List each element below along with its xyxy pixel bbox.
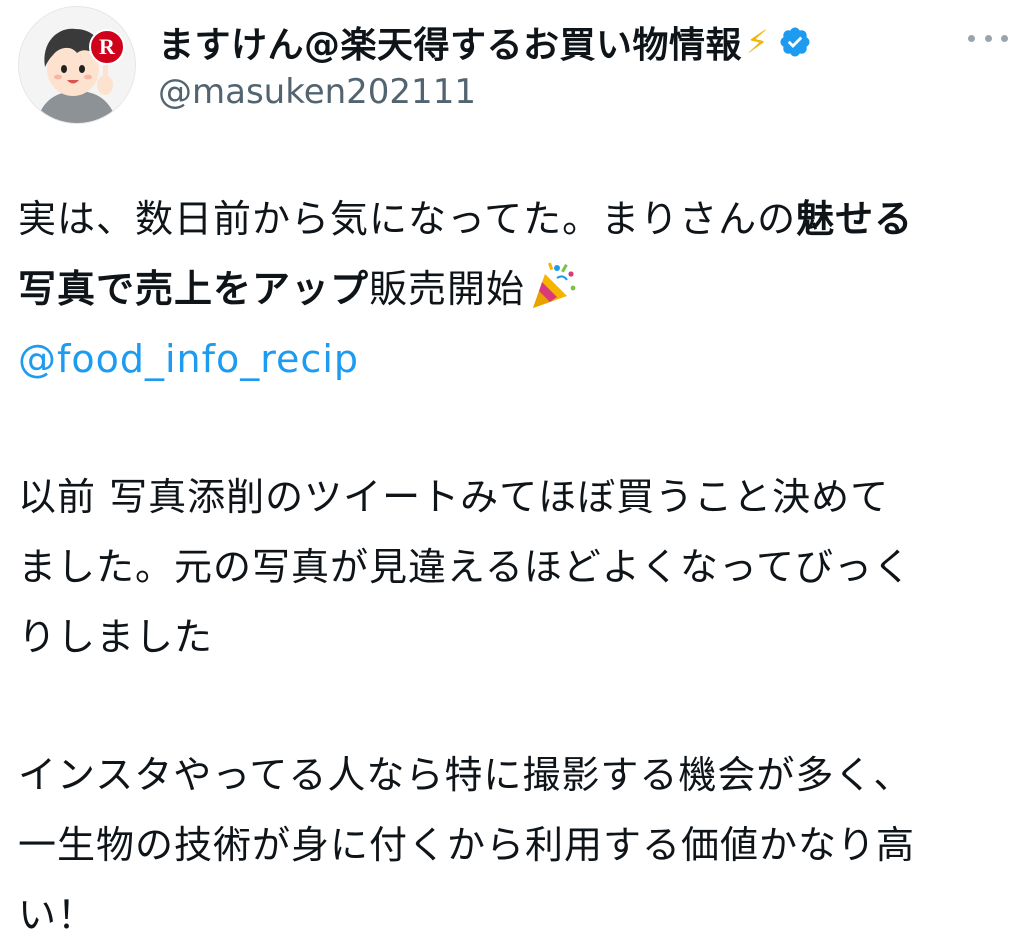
author-name-row[interactable]: ますけん@楽天得するお買い物情報 ⚡ [158, 20, 812, 66]
text-line: りしました [18, 615, 214, 659]
avatar-badge-letter: R [99, 34, 115, 59]
more-dot [968, 34, 975, 42]
text-line: インスタやってる人なら特に撮影する機会が多く、 [18, 753, 913, 797]
text-run: 実は、数日前から気になってた。まりさんの [18, 197, 797, 241]
text-line: 実は、数日前から気になってた。まりさんの魅せる [18, 184, 1003, 254]
avatar[interactable]: R [18, 6, 136, 124]
tweet: R ますけん@楽天得するお買い物情報 ⚡ @masuken202111 実は、数… [0, 0, 1024, 940]
text-line: 写真で売上をアップ販売開始 [18, 254, 1003, 324]
verified-badge-icon [780, 27, 811, 57]
text-run-bold: 魅せる [796, 197, 914, 241]
more-icon[interactable] [968, 26, 1008, 50]
text-run-bold: 写真で売上をアップ [18, 267, 370, 311]
text-line: ました。元の写真が見違えるほどよくなってびっく [18, 545, 912, 589]
text-run: 販売開始 [369, 267, 526, 311]
author-handle[interactable]: @masuken202111 [158, 72, 476, 112]
lightning-emoji-icon: ⚡ [746, 23, 769, 61]
avatar-illustration [19, 7, 135, 123]
tweet-text: 実は、数日前から気になってた。まりさんの魅せる 写真で売上をアップ販売開始 @f… [18, 184, 1003, 950]
mention-link[interactable]: @food_info_recip [18, 324, 1003, 394]
tweet-header: R ますけん@楽天得するお買い物情報 ⚡ @masuken202111 [18, 6, 1008, 126]
text-line: 以前 写真添削のツイートみてほぼ買うこと決めて [18, 475, 890, 519]
more-dot [1001, 34, 1008, 42]
author-display-name[interactable]: ますけん@楽天得するお買い物情報 [158, 16, 742, 68]
party-popper-icon [533, 261, 576, 308]
more-dot [984, 34, 992, 42]
text-line: 一生物の技術が身に付くから利用する価値かなり高 [18, 823, 916, 867]
